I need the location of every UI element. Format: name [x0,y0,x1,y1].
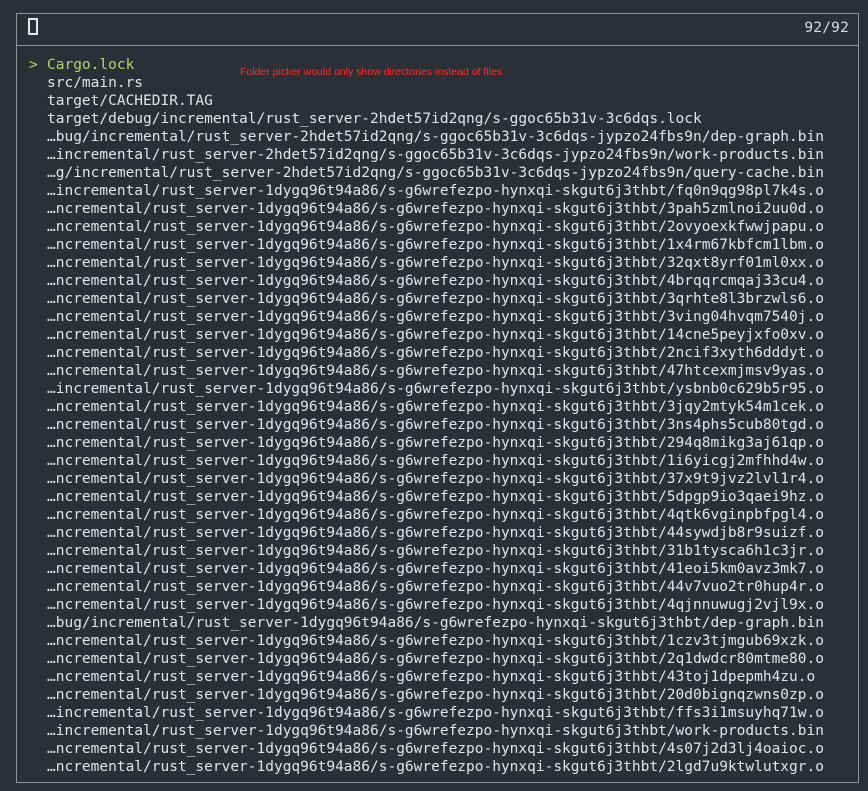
list-item[interactable]: …ncremental/rust_server-1dygq96t94a86/s-… [29,308,850,326]
file-path: …incremental/rust_server-1dygq96t94a86/s… [47,183,824,199]
file-path: …ncremental/rust_server-1dygq96t94a86/s-… [47,597,824,613]
file-path: …ncremental/rust_server-1dygq96t94a86/s-… [47,255,824,271]
list-item[interactable]: …incremental/rust_server-1dygq96t94a86/s… [29,182,850,200]
file-path: …ncremental/rust_server-1dygq96t94a86/s-… [47,525,824,541]
list-item[interactable]: …incremental/rust_server-2hdet57id2qng/s… [29,146,850,164]
file-path: …g/incremental/rust_server-2hdet57id2qng… [47,165,824,181]
file-path: …ncremental/rust_server-1dygq96t94a86/s-… [47,651,824,667]
list-item[interactable]: …ncremental/rust_server-1dygq96t94a86/s-… [29,632,850,650]
list-item[interactable]: …ncremental/rust_server-1dygq96t94a86/s-… [29,434,850,452]
file-path: …ncremental/rust_server-1dygq96t94a86/s-… [47,399,824,415]
list-item[interactable]: …ncremental/rust_server-1dygq96t94a86/s-… [29,236,850,254]
file-path: …ncremental/rust_server-1dygq96t94a86/s-… [47,363,824,379]
file-path: Cargo.lock [47,57,135,73]
file-path: …ncremental/rust_server-1dygq96t94a86/s-… [47,201,824,217]
file-path: …ncremental/rust_server-1dygq96t94a86/s-… [47,759,824,775]
list-item[interactable]: …ncremental/rust_server-1dygq96t94a86/s-… [29,668,850,686]
file-path: …incremental/rust_server-1dygq96t94a86/s… [47,723,824,739]
file-path: …ncremental/rust_server-1dygq96t94a86/s-… [47,471,824,487]
results-list: > Cargo.lock src/main.rs target/CACHEDIR.TA… [29,56,850,776]
list-item[interactable]: …ncremental/rust_server-1dygq96t94a86/s-… [29,542,850,560]
file-picker-panel: 92/92 > Cargo.lock src/main.rs target/CACHE… [16,13,859,783]
list-item[interactable]: target/CACHEDIR.TAG [29,92,850,110]
list-item[interactable]: …ncremental/rust_server-1dygq96t94a86/s-… [29,524,850,542]
file-path: …ncremental/rust_server-1dygq96t94a86/s-… [47,417,824,433]
file-path: …ncremental/rust_server-1dygq96t94a86/s-… [47,579,824,595]
file-path: …bug/incremental/rust_server-2hdet57id2q… [47,129,824,145]
list-item[interactable]: …incremental/rust_server-1dygq96t94a86/s… [29,380,850,398]
list-item[interactable]: …ncremental/rust_server-1dygq96t94a86/s-… [29,344,850,362]
list-item[interactable]: …ncremental/rust_server-1dygq96t94a86/s-… [29,362,850,380]
file-path: …ncremental/rust_server-1dygq96t94a86/s-… [47,669,816,685]
list-item[interactable]: …incremental/rust_server-1dygq96t94a86/s… [29,722,850,740]
list-item[interactable]: target/debug/incremental/rust_server-2hd… [29,110,850,128]
list-item[interactable]: …ncremental/rust_server-1dygq96t94a86/s-… [29,506,850,524]
file-path: target/debug/incremental/rust_server-2hd… [47,111,702,127]
file-path: …ncremental/rust_server-1dygq96t94a86/s-… [47,633,824,649]
list-item[interactable]: …bug/incremental/rust_server-2hdet57id2q… [29,128,850,146]
list-item[interactable]: …ncremental/rust_server-1dygq96t94a86/s-… [29,470,850,488]
file-path: …ncremental/rust_server-1dygq96t94a86/s-… [47,453,824,469]
list-item[interactable]: …ncremental/rust_server-1dygq96t94a86/s-… [29,758,850,776]
file-path: …ncremental/rust_server-1dygq96t94a86/s-… [47,561,824,577]
list-item[interactable]: …ncremental/rust_server-1dygq96t94a86/s-… [29,596,850,614]
list-item[interactable]: …ncremental/rust_server-1dygq96t94a86/s-… [29,416,850,434]
file-path: …ncremental/rust_server-1dygq96t94a86/s-… [47,291,824,307]
file-path: …ncremental/rust_server-1dygq96t94a86/s-… [47,435,824,451]
file-path: …ncremental/rust_server-1dygq96t94a86/s-… [47,687,824,703]
file-path: …ncremental/rust_server-1dygq96t94a86/s-… [47,237,824,253]
file-path: …ncremental/rust_server-1dygq96t94a86/s-… [47,345,824,361]
match-counter: 92/92 [804,20,849,36]
search-input-cursor[interactable] [28,18,38,35]
list-item[interactable]: …ncremental/rust_server-1dygq96t94a86/s-… [29,218,850,236]
list-item[interactable]: …ncremental/rust_server-1dygq96t94a86/s-… [29,650,850,668]
list-item[interactable]: …ncremental/rust_server-1dygq96t94a86/s-… [29,272,850,290]
file-path: …ncremental/rust_server-1dygq96t94a86/s-… [47,327,824,343]
file-path: …bug/incremental/rust_server-1dygq96t94a… [47,615,824,631]
list-item[interactable]: …ncremental/rust_server-1dygq96t94a86/s-… [29,200,850,218]
list-item[interactable]: …ncremental/rust_server-1dygq96t94a86/s-… [29,488,850,506]
file-path: …ncremental/rust_server-1dygq96t94a86/s-… [47,507,824,523]
list-item[interactable]: …ncremental/rust_server-1dygq96t94a86/s-… [29,560,850,578]
list-item[interactable]: …incremental/rust_server-1dygq96t94a86/s… [29,704,850,722]
file-path: …ncremental/rust_server-1dygq96t94a86/s-… [47,309,824,325]
list-item[interactable]: …ncremental/rust_server-1dygq96t94a86/s-… [29,290,850,308]
file-path: …ncremental/rust_server-1dygq96t94a86/s-… [47,219,824,235]
list-item[interactable]: …ncremental/rust_server-1dygq96t94a86/s-… [29,740,850,758]
file-path: target/CACHEDIR.TAG [47,93,213,109]
list-item[interactable]: …ncremental/rust_server-1dygq96t94a86/s-… [29,398,850,416]
selection-marker: > [29,57,38,73]
list-item[interactable]: …ncremental/rust_server-1dygq96t94a86/s-… [29,254,850,272]
list-item[interactable]: …bug/incremental/rust_server-1dygq96t94a… [29,614,850,632]
file-path: …ncremental/rust_server-1dygq96t94a86/s-… [47,273,824,289]
list-item[interactable]: …ncremental/rust_server-1dygq96t94a86/s-… [29,452,850,470]
list-item[interactable]: …ncremental/rust_server-1dygq96t94a86/s-… [29,686,850,704]
list-item[interactable]: …ncremental/rust_server-1dygq96t94a86/s-… [29,326,850,344]
file-path: …ncremental/rust_server-1dygq96t94a86/s-… [47,741,824,757]
file-path: …incremental/rust_server-1dygq96t94a86/s… [47,381,824,397]
file-path: src/main.rs [47,75,144,91]
list-item[interactable]: …g/incremental/rust_server-2hdet57id2qng… [29,164,850,182]
annotation-note: Folder picker would only show directorie… [240,66,503,78]
file-path: …incremental/rust_server-2hdet57id2qng/s… [47,147,824,163]
header-divider [17,45,858,46]
list-item[interactable]: …ncremental/rust_server-1dygq96t94a86/s-… [29,578,850,596]
file-path: …ncremental/rust_server-1dygq96t94a86/s-… [47,543,824,559]
file-path: …incremental/rust_server-1dygq96t94a86/s… [47,705,824,721]
file-path: …ncremental/rust_server-1dygq96t94a86/s-… [47,489,824,505]
